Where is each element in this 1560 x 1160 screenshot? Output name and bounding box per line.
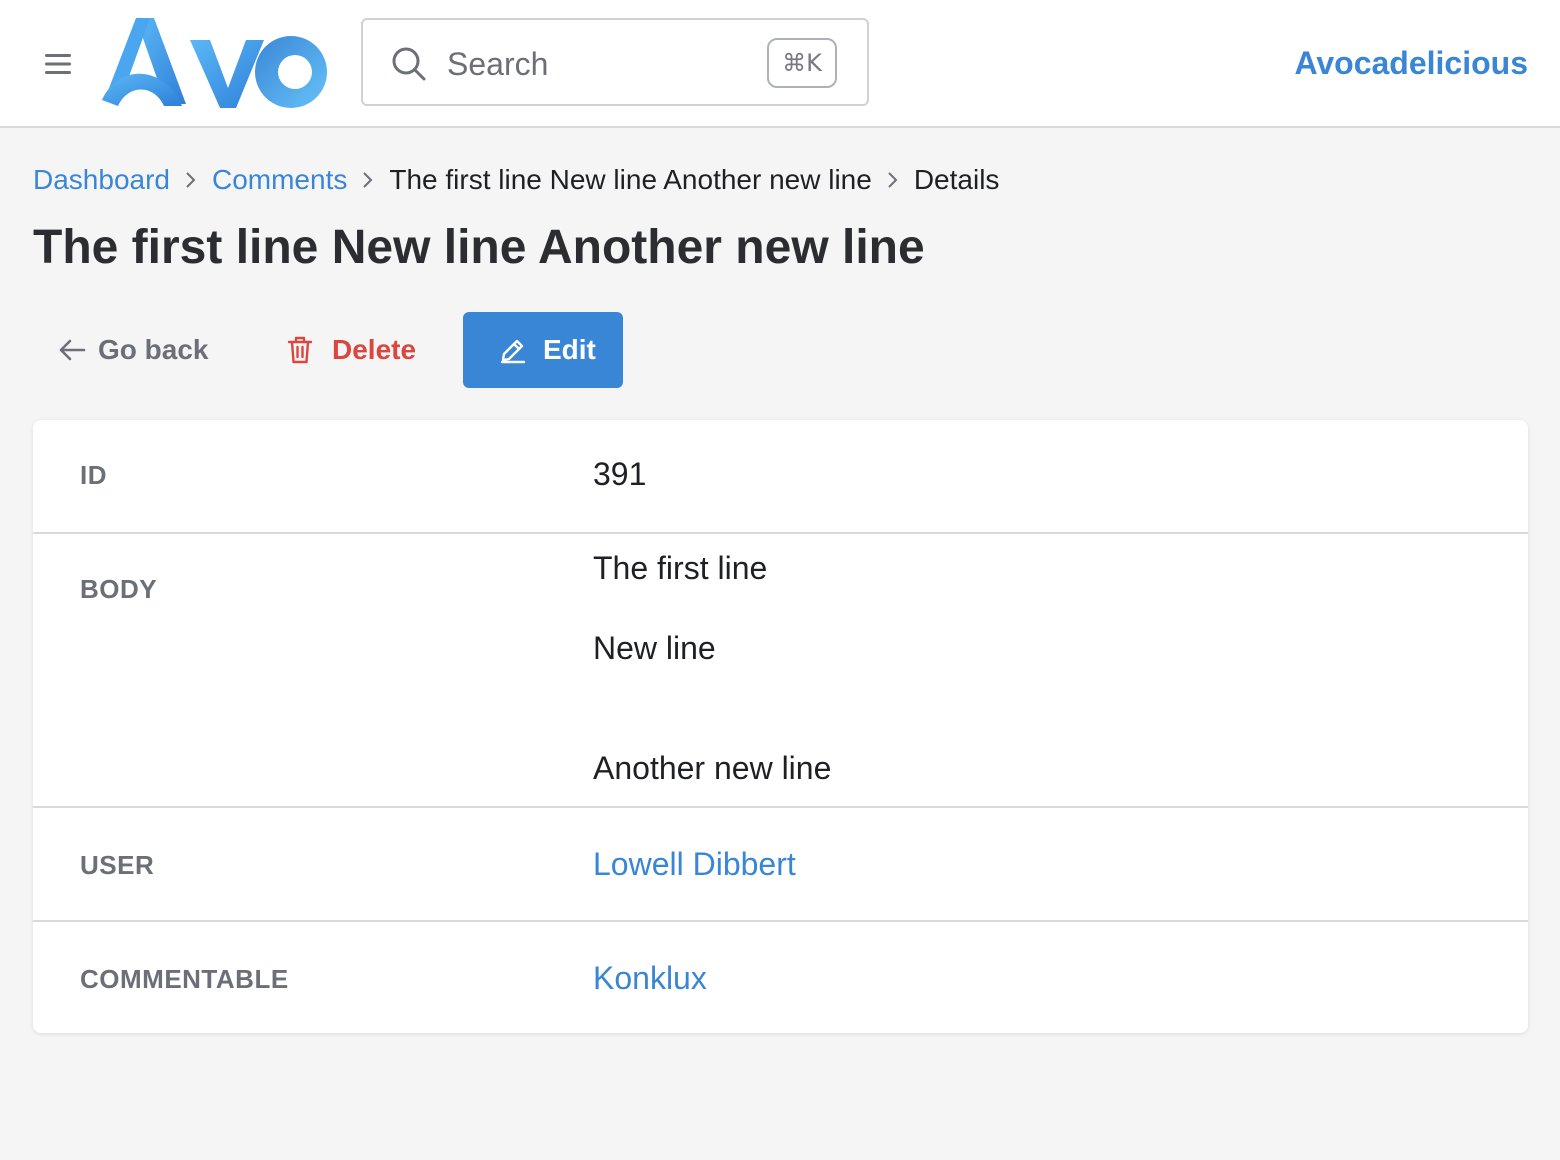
field-row-user: USER Lowell Dibbert xyxy=(33,808,1528,922)
arrow-left-icon xyxy=(58,338,86,362)
breadcrumb: Dashboard Comments The first line New li… xyxy=(33,160,999,200)
breadcrumb-details: Details xyxy=(913,164,1000,195)
breadcrumb-dashboard[interactable]: Dashboard xyxy=(33,164,170,196)
go-back-button[interactable]: Go back xyxy=(58,312,208,388)
trash-icon xyxy=(286,335,314,365)
pencil-icon xyxy=(499,336,527,364)
body-line: Another new line xyxy=(593,750,832,786)
chevron-right-icon xyxy=(170,171,212,189)
search-shortcut-badge: ⌘K xyxy=(767,38,837,88)
avo-logo[interactable] xyxy=(98,14,330,112)
field-row-body: BODY The first line New line Another new… xyxy=(33,534,1528,808)
field-label-user: USER xyxy=(80,850,155,880)
body-line: New line xyxy=(593,630,716,666)
field-label-commentable: COMMENTABLE xyxy=(80,964,289,994)
search-icon xyxy=(392,47,426,81)
edit-label: Edit xyxy=(543,334,596,365)
edit-button[interactable]: Edit xyxy=(463,312,623,388)
menu-icon[interactable] xyxy=(38,44,78,84)
field-value-id: 391 xyxy=(593,456,647,492)
record-details-panel: ID 391 BODY The first line New line Anot… xyxy=(33,420,1528,1033)
page-title: The first line New line Another new line xyxy=(33,221,925,274)
go-back-label: Go back xyxy=(98,334,209,365)
search-placeholder: Search xyxy=(447,46,549,82)
search-input[interactable]: Search ⌘K xyxy=(361,18,869,106)
body-line: The first line xyxy=(593,550,768,586)
chevron-right-icon xyxy=(347,171,389,189)
breadcrumb-record: The first line New line Another new line xyxy=(389,164,872,195)
breadcrumb-comments[interactable]: Comments xyxy=(212,164,347,196)
field-row-id: ID 391 xyxy=(33,420,1528,534)
chevron-right-icon xyxy=(872,171,914,189)
delete-label: Delete xyxy=(332,334,417,365)
top-navbar: Search ⌘K Avocadelicious xyxy=(0,0,1560,128)
commentable-link[interactable]: Konklux xyxy=(593,960,707,997)
account-menu-link[interactable]: Avocadelicious xyxy=(1294,42,1528,84)
field-label-id: ID xyxy=(80,460,107,490)
field-row-commentable: COMMENTABLE Konklux xyxy=(33,922,1528,1033)
field-label-body: BODY xyxy=(80,574,158,604)
delete-button[interactable]: Delete xyxy=(286,312,416,388)
user-link[interactable]: Lowell Dibbert xyxy=(593,846,796,883)
